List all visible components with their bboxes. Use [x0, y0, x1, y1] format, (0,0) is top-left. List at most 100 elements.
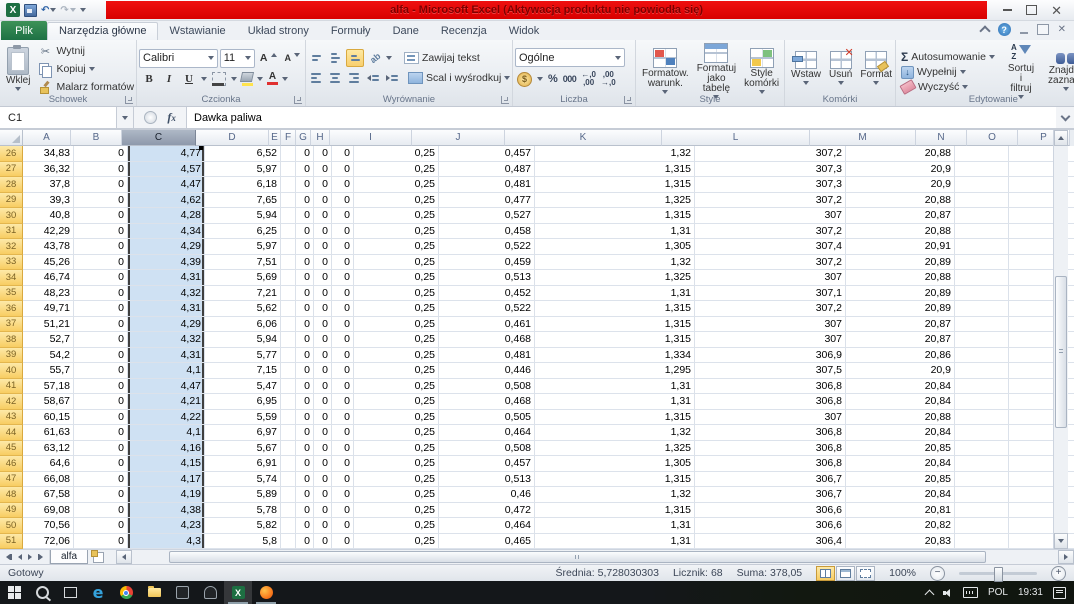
- cell-C29[interactable]: 4,62: [128, 193, 205, 209]
- cell-H27[interactable]: 0: [332, 162, 354, 178]
- cell-J46[interactable]: 0,457: [439, 456, 535, 472]
- cell-B50[interactable]: 0: [74, 518, 128, 534]
- cell-N43[interactable]: [955, 410, 1009, 426]
- row-header-34[interactable]: 34: [0, 270, 23, 286]
- accounting-format-icon[interactable]: $: [517, 72, 532, 87]
- cell-H36[interactable]: 0: [332, 301, 354, 317]
- cell-N40[interactable]: [955, 363, 1009, 379]
- cell-N46[interactable]: [955, 456, 1009, 472]
- cell-M51[interactable]: 20,83: [846, 534, 955, 550]
- cell-N42[interactable]: [955, 394, 1009, 410]
- cell-F45[interactable]: 0: [296, 441, 314, 457]
- cell-D29[interactable]: 7,65: [205, 193, 281, 209]
- cell-C47[interactable]: 4,17: [128, 472, 205, 488]
- sort-filter-button[interactable]: AZ Sortuj i filtruj: [1004, 42, 1038, 100]
- cell-D37[interactable]: 6,06: [205, 317, 281, 333]
- cell-I36[interactable]: 0,25: [354, 301, 439, 317]
- cell-B44[interactable]: 0: [74, 425, 128, 441]
- cell-G31[interactable]: 0: [314, 224, 332, 240]
- cell-K33[interactable]: 1,32: [535, 255, 695, 271]
- horizontal-scroll-thumb[interactable]: [169, 551, 986, 563]
- maximize-icon[interactable]: [1026, 5, 1037, 15]
- cell-K37[interactable]: 1,315: [535, 317, 695, 333]
- horizontal-scroll-track[interactable]: [132, 550, 1058, 564]
- cell-I30[interactable]: 0,25: [354, 208, 439, 224]
- cell-J44[interactable]: 0,464: [439, 425, 535, 441]
- cell-D35[interactable]: 7,21: [205, 286, 281, 302]
- cell-L48[interactable]: 306,7: [695, 487, 846, 503]
- select-all-corner[interactable]: [0, 130, 23, 146]
- font-color-button[interactable]: A: [267, 72, 278, 85]
- row-header-44[interactable]: 44: [0, 425, 23, 441]
- decrease-indent-button[interactable]: [365, 70, 381, 86]
- cell-I45[interactable]: 0,25: [354, 441, 439, 457]
- cell-H40[interactable]: 0: [332, 363, 354, 379]
- cell-H29[interactable]: 0: [332, 193, 354, 209]
- cell-J32[interactable]: 0,522: [439, 239, 535, 255]
- cell-A49[interactable]: 69,08: [23, 503, 74, 519]
- cell-K40[interactable]: 1,295: [535, 363, 695, 379]
- cell-M36[interactable]: 20,89: [846, 301, 955, 317]
- cell-N30[interactable]: [955, 208, 1009, 224]
- cell-L43[interactable]: 307: [695, 410, 846, 426]
- row-header-46[interactable]: 46: [0, 456, 23, 472]
- cell-G28[interactable]: 0: [314, 177, 332, 193]
- column-header-H[interactable]: H: [311, 130, 330, 146]
- cell-L32[interactable]: 307,4: [695, 239, 846, 255]
- row-header-47[interactable]: 47: [0, 472, 23, 488]
- decrease-font-button[interactable]: A: [282, 52, 304, 64]
- cell-D50[interactable]: 5,82: [205, 518, 281, 534]
- cell-L42[interactable]: 306,8: [695, 394, 846, 410]
- cell-N32[interactable]: [955, 239, 1009, 255]
- cell-I43[interactable]: 0,25: [354, 410, 439, 426]
- cell-A28[interactable]: 37,8: [23, 177, 74, 193]
- cell-D49[interactable]: 5,78: [205, 503, 281, 519]
- cell-B41[interactable]: 0: [74, 379, 128, 395]
- cell-G46[interactable]: 0: [314, 456, 332, 472]
- cell-M38[interactable]: 20,87: [846, 332, 955, 348]
- tab-wstawianie[interactable]: Wstawianie: [158, 23, 236, 40]
- cell-C50[interactable]: 4,23: [128, 518, 205, 534]
- cell-F36[interactable]: 0: [296, 301, 314, 317]
- cell-F30[interactable]: 0: [296, 208, 314, 224]
- decrease-decimal-button[interactable]: ,00→,0: [601, 71, 616, 87]
- cell-N34[interactable]: [955, 270, 1009, 286]
- row-header-45[interactable]: 45: [0, 441, 23, 457]
- cell-I29[interactable]: 0,25: [354, 193, 439, 209]
- cell-M26[interactable]: 20,88: [846, 146, 955, 162]
- cell-G29[interactable]: 0: [314, 193, 332, 209]
- cell-G51[interactable]: 0: [314, 534, 332, 550]
- cell-F47[interactable]: 0: [296, 472, 314, 488]
- cell-C26[interactable]: 4,77: [128, 146, 205, 162]
- row-header-28[interactable]: 28: [0, 177, 23, 193]
- cell-I37[interactable]: 0,25: [354, 317, 439, 333]
- cell-E35[interactable]: [281, 286, 296, 302]
- save-icon[interactable]: [24, 4, 37, 17]
- cell-G50[interactable]: 0: [314, 518, 332, 534]
- cell-E48[interactable]: [281, 487, 296, 503]
- row-header-41[interactable]: 41: [0, 379, 23, 395]
- cell-K36[interactable]: 1,315: [535, 301, 695, 317]
- cell-G39[interactable]: 0: [314, 348, 332, 364]
- pinned-app-1-button[interactable]: [168, 581, 196, 604]
- font-name-select[interactable]: Calibri: [139, 49, 218, 68]
- cell-M30[interactable]: 20,87: [846, 208, 955, 224]
- cell-D28[interactable]: 6,18: [205, 177, 281, 193]
- cell-B31[interactable]: 0: [74, 224, 128, 240]
- scroll-down-icon[interactable]: [1054, 533, 1068, 549]
- cell-J48[interactable]: 0,46: [439, 487, 535, 503]
- cell-I34[interactable]: 0,25: [354, 270, 439, 286]
- cell-D43[interactable]: 5,59: [205, 410, 281, 426]
- cell-H43[interactable]: 0: [332, 410, 354, 426]
- cell-C43[interactable]: 4,22: [128, 410, 205, 426]
- cell-I47[interactable]: 0,25: [354, 472, 439, 488]
- underline-dropdown-icon[interactable]: [201, 77, 207, 81]
- cancel-entry-icon[interactable]: [144, 111, 157, 124]
- cell-A36[interactable]: 49,71: [23, 301, 74, 317]
- browser-taskbar-button[interactable]: [252, 581, 280, 604]
- scroll-left-icon[interactable]: [116, 550, 132, 564]
- cell-B28[interactable]: 0: [74, 177, 128, 193]
- view-page-break-button[interactable]: [856, 566, 875, 581]
- column-header-L[interactable]: L: [662, 130, 810, 146]
- font-dialog-launcher-icon[interactable]: [294, 96, 302, 104]
